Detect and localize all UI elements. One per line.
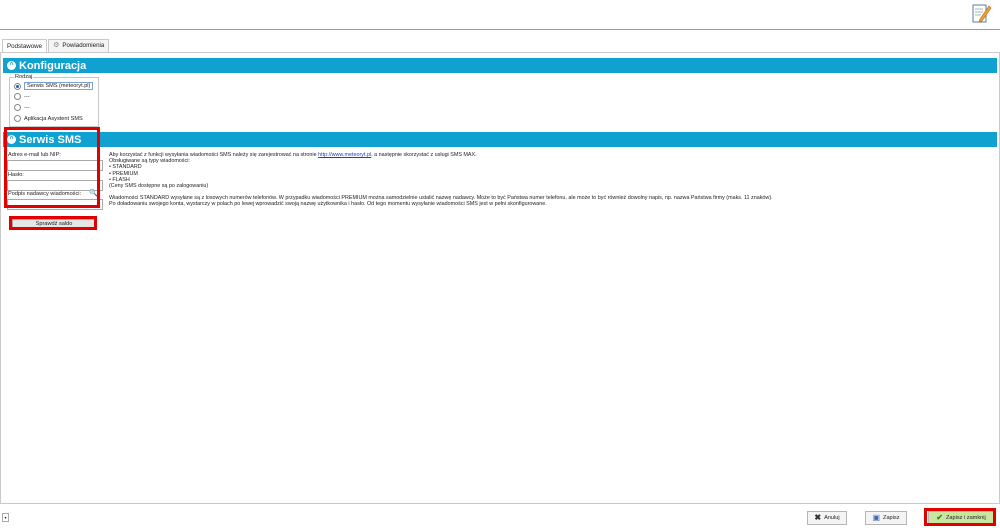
radio-icon <box>14 115 21 122</box>
highlight-box-sms-form <box>4 127 100 208</box>
radio-icon <box>14 93 21 100</box>
radio-option-3[interactable]: --- <box>14 104 30 111</box>
info-text: Aby korzystać z funkcji wysyłania wiadom… <box>109 152 319 158</box>
info-text: , a następnie skorzystać z usługi SMS MA… <box>371 152 477 158</box>
section-title: Konfiguracja <box>19 59 87 72</box>
meteoryt-link[interactable]: http://www.meteoryt.pl <box>318 152 371 158</box>
type-label: PREMIUM <box>112 170 138 177</box>
section-header-konfiguracja[interactable]: ^ Konfiguracja <box>3 58 997 73</box>
radio-icon <box>14 82 21 90</box>
save-button[interactable]: ▣ Zapisz <box>865 511 907 525</box>
button-label: Zapisz <box>883 515 900 521</box>
section-header-serwis-sms[interactable]: ^ Serwis SMS <box>3 132 997 147</box>
radio-label: --- <box>24 93 30 100</box>
tab-label: Powiadomienia <box>62 42 105 49</box>
floppy-icon: ▣ <box>872 513 881 522</box>
type-label: FLASH <box>112 176 130 183</box>
tab-bar: Podstawowe ⚙ Powiadomienia <box>2 39 110 53</box>
type-label: STANDARD <box>112 164 142 171</box>
cancel-button[interactable]: ✖ Anuluj <box>807 511 847 525</box>
chevron-down-icon[interactable]: ▾ <box>2 513 9 522</box>
button-label: Anuluj <box>824 515 840 521</box>
radio-icon <box>14 104 21 111</box>
radio-serwis-sms[interactable]: Serwis SMS (meteoryt.pl) <box>14 82 94 90</box>
highlight-box-check-balance <box>9 216 97 230</box>
tab-label: Podstawowe <box>7 42 43 50</box>
highlight-box-save-close <box>924 508 996 526</box>
close-icon: ✖ <box>814 513 822 522</box>
rodzaj-legend: Rodzaj <box>14 74 34 80</box>
radio-asystent-sms[interactable]: Aplikacja Asystent SMS <box>14 115 83 122</box>
tab-powiadomienia[interactable]: ⚙ Powiadomienia <box>48 39 110 52</box>
tab-podstawowe[interactable]: Podstawowe <box>2 39 48 53</box>
main-panel: ^ Konfiguracja Rodzaj Serwis SMS (meteor… <box>0 52 1000 504</box>
top-bar <box>0 0 1000 30</box>
edit-document-icon[interactable] <box>970 2 992 24</box>
footer-bar <box>0 504 1000 528</box>
radio-option-2[interactable]: --- <box>14 93 30 100</box>
rodzaj-group: Rodzaj Serwis SMS (meteoryt.pl) --- --- … <box>9 74 99 127</box>
radio-label: Aplikacja Asystent SMS <box>24 115 83 122</box>
info-para-3: Po doładowaniu swojego konta, wystarczy … <box>109 201 547 208</box>
chevron-up-icon: ^ <box>7 61 16 70</box>
radio-label: Serwis SMS (meteoryt.pl) <box>24 82 94 90</box>
notification-icon: ⚙ <box>53 42 60 49</box>
radio-label: --- <box>24 104 30 111</box>
sms-info-text: Aby korzystać z funkcji wysyłania wiadom… <box>109 152 989 208</box>
